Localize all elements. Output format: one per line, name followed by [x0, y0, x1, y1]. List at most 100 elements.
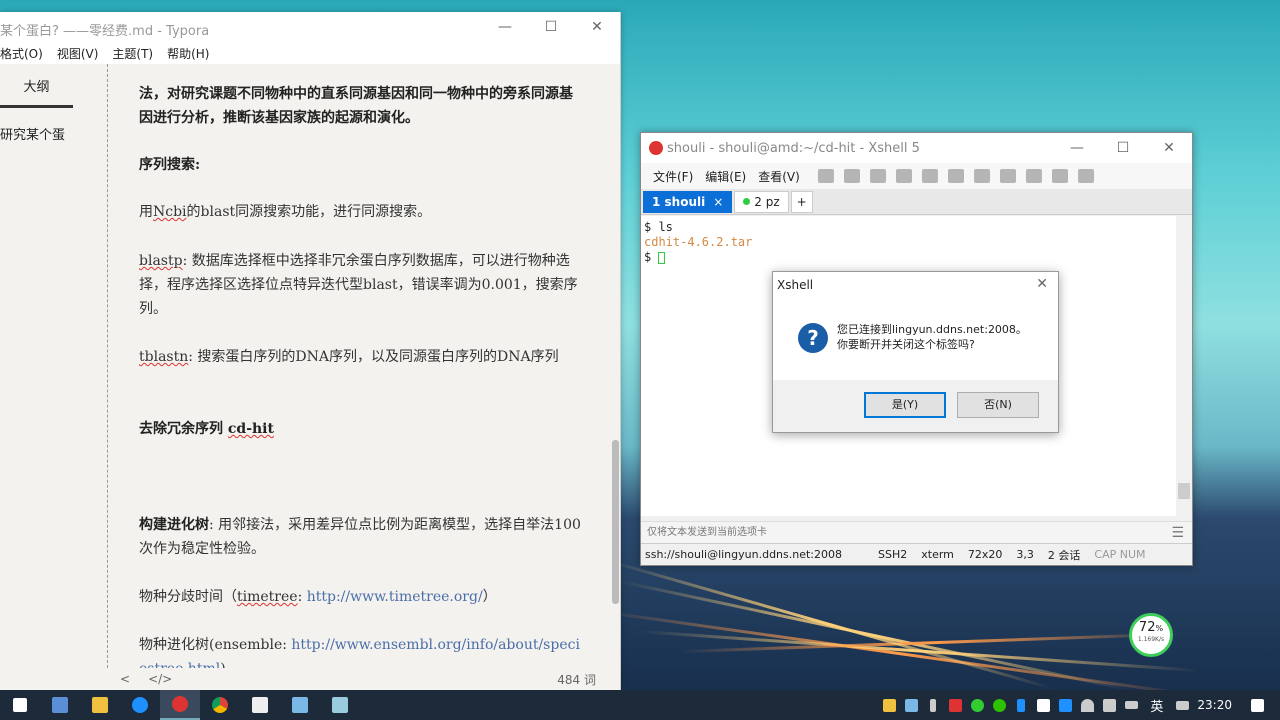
editor-content[interactable]: 法，对研究课题不同物种中的直系同源基因和同一物种中的旁系同源基因进行分析，推断该…: [139, 64, 584, 668]
menu-icon[interactable]: ☰: [1171, 522, 1184, 544]
app-icon: [52, 697, 68, 713]
tray-security[interactable]: [1032, 690, 1054, 720]
terminal-scroll-thumb[interactable]: [1178, 483, 1190, 499]
xshell-app-icon: [649, 141, 663, 155]
typora-title: 某个蛋白? ——零经费.md - Typora: [0, 24, 210, 39]
xshell-toolbar: [813, 163, 1099, 189]
heading-cdhit: 去除冗余序列 cd-hit: [139, 421, 274, 437]
menu-theme[interactable]: 主题(T): [112, 45, 153, 62]
terminal-line: $: [644, 250, 1175, 265]
tray-app2[interactable]: [944, 690, 966, 720]
tab-shouli[interactable]: 1 shouli ×: [643, 190, 733, 213]
outline-tab[interactable]: 大纲: [0, 76, 73, 108]
menu-format[interactable]: 格式(O): [0, 45, 43, 62]
paragraph-tblastn: tblastn: 搜索蛋白序列的DNA序列，以及同源蛋白序列的DNA序列: [139, 349, 559, 365]
menu-view[interactable]: 视图(V): [57, 45, 99, 62]
input-language[interactable]: 英: [1150, 696, 1163, 715]
keyboard-icon: [1175, 700, 1189, 710]
typora-title-bar[interactable]: 某个蛋白? ——零经费.md - Typora — ☐ ✕: [0, 12, 620, 42]
new-tab-button[interactable]: +: [790, 190, 813, 213]
search-icon[interactable]: [974, 169, 990, 183]
settings-icon[interactable]: [896, 169, 912, 183]
typora-scrollbar[interactable]: [610, 64, 620, 668]
script-icon[interactable]: [1078, 169, 1094, 183]
menu-edit[interactable]: 编辑(E): [705, 168, 746, 185]
app-icon: [948, 698, 962, 712]
x-icon: [882, 698, 896, 712]
taskbar-explorer[interactable]: [80, 690, 120, 720]
tray-mic[interactable]: [922, 690, 944, 720]
edge-icon: [132, 697, 148, 713]
taskbar-app2[interactable]: [280, 690, 320, 720]
transfer-icon[interactable]: [1026, 169, 1042, 183]
app-icon: [292, 697, 308, 713]
taskbar-xshell[interactable]: [160, 690, 200, 720]
paragraph-timetree: 物种分歧时间（timetree: http://www.timetree.org…: [139, 589, 497, 605]
xshell-title-bar[interactable]: shouli - shouli@amd:~/cd-hit - Xshell 5 …: [641, 133, 1192, 163]
tray-bluetooth[interactable]: [1010, 690, 1032, 720]
new-session-icon[interactable]: [818, 169, 834, 183]
minimize-icon[interactable]: —: [482, 12, 528, 42]
globe-icon[interactable]: [1052, 169, 1068, 183]
paragraph-homology: 法，对研究课题不同物种中的直系同源基因和同一物种中的旁系同源基因进行分析，推断该…: [139, 86, 573, 126]
copy-icon[interactable]: [922, 169, 938, 183]
app-icon: [1058, 698, 1072, 712]
action-center[interactable]: [1246, 690, 1268, 720]
paste-icon[interactable]: [948, 169, 964, 183]
tab-close-icon[interactable]: ×: [713, 195, 723, 209]
clock[interactable]: 23:20: [1197, 698, 1232, 712]
close-icon[interactable]: ✕: [1036, 276, 1048, 292]
timetree-link[interactable]: http://www.timetree.org/: [307, 589, 483, 605]
status-host: ssh://shouli@lingyun.ddns.net:2008: [645, 548, 843, 561]
status-protocol: SSH2: [878, 548, 908, 561]
wifi-icon: [1080, 698, 1094, 712]
paragraph-blastp: blastp: 数据库选择框中选择非冗余蛋白序列数据库，可以进行物种选择，程序选…: [139, 253, 578, 317]
xshell-status-bar: ssh://shouli@lingyun.ddns.net:2008 SSH2 …: [641, 543, 1192, 565]
status-caps: CAP NUM: [1094, 548, 1146, 561]
maximize-icon[interactable]: ☐: [1100, 133, 1146, 163]
network-speed-widget[interactable]: 72% 1.169K/s: [1129, 613, 1173, 657]
tray-volume[interactable]: [1098, 690, 1120, 720]
compose-bar[interactable]: 仅将文本发送到当前选项卡 ☰: [641, 521, 1192, 543]
taskbar-edge[interactable]: [120, 690, 160, 720]
minimize-icon[interactable]: —: [1054, 133, 1100, 163]
source-code-icon[interactable]: </>: [148, 672, 172, 686]
tray-battery[interactable]: [1120, 690, 1142, 720]
toggle-sidebar-icon[interactable]: <: [120, 672, 130, 686]
chrome-icon: [212, 697, 228, 713]
tray-wifi[interactable]: [1076, 690, 1098, 720]
word-count[interactable]: 484 词: [557, 671, 596, 688]
paragraph-ensembl: 物种进化树(ensemble: http://www.ensembl.org/i…: [139, 633, 584, 668]
tray-xshell[interactable]: [878, 690, 900, 720]
print-icon[interactable]: [1000, 169, 1016, 183]
tray-app[interactable]: [900, 690, 922, 720]
terminal-line: cdhit-4.6.2.tar: [644, 235, 753, 249]
taskbar-chrome[interactable]: [200, 690, 240, 720]
open-folder-icon[interactable]: [844, 169, 860, 183]
menu-help[interactable]: 帮助(H): [167, 45, 209, 62]
disconnect-dialog: Xshell ✕ ? 您已连接到lingyun.ddns.net:2008。 你…: [772, 271, 1059, 433]
start-button[interactable]: [0, 690, 40, 720]
tray-app3[interactable]: [966, 690, 988, 720]
status-term: xterm: [921, 548, 954, 561]
tray-ime[interactable]: [1171, 690, 1193, 720]
terminal-scrollbar[interactable]: [1176, 216, 1192, 516]
status-size: 72x20: [967, 548, 1003, 561]
taskbar-typora[interactable]: [240, 690, 280, 720]
close-icon[interactable]: ✕: [574, 12, 620, 42]
disconnect-icon[interactable]: [870, 169, 886, 183]
tray-app4[interactable]: [1054, 690, 1076, 720]
bluetooth-icon: [1017, 698, 1026, 712]
menu-view[interactable]: 查看(V): [758, 168, 800, 185]
maximize-icon[interactable]: ☐: [528, 12, 574, 42]
menu-file[interactable]: 文件(F): [653, 168, 693, 185]
no-button[interactable]: 否(N): [957, 392, 1039, 418]
taskbar-app3[interactable]: [320, 690, 360, 720]
typora-scroll-thumb[interactable]: [612, 440, 619, 604]
tray-wechat[interactable]: [988, 690, 1010, 720]
taskbar-app[interactable]: [40, 690, 80, 720]
tab-pz[interactable]: 2 pz: [734, 190, 789, 213]
close-icon[interactable]: ✕: [1146, 133, 1192, 163]
yes-button[interactable]: 是(Y): [864, 392, 946, 418]
outline-item[interactable]: 研究某个蛋: [0, 124, 65, 143]
